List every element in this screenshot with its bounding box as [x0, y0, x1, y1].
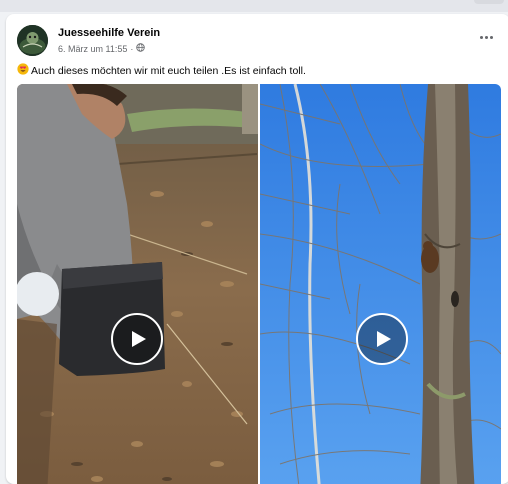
browser-top-strip — [0, 0, 508, 12]
globe-icon[interactable] — [136, 43, 146, 54]
post-media-grid — [17, 84, 501, 484]
video-thumbnail-leaves — [17, 84, 258, 484]
post-body-text: Auch dieses möchten wir mit euch teilen … — [31, 64, 306, 77]
play-icon — [132, 331, 146, 347]
post-author-name[interactable]: Juesseehilfe Verein — [58, 27, 160, 39]
video-leaves-box[interactable] — [17, 84, 258, 484]
page-avatar[interactable] — [17, 25, 48, 56]
video-tree-squirrel[interactable] — [260, 84, 501, 484]
heart-eyes-emoji-icon — [17, 63, 29, 78]
play-button-left[interactable] — [111, 313, 163, 365]
top-strip-button[interactable] — [474, 0, 504, 4]
play-icon — [377, 331, 391, 347]
video-thumbnail-tree — [260, 84, 501, 484]
play-button-right[interactable] — [356, 313, 408, 365]
post-meta: 6. März um 11:55 · — [58, 43, 146, 54]
post-text: Auch dieses möchten wir mit euch teilen … — [17, 63, 306, 78]
meta-separator: · — [130, 43, 134, 54]
avatar-image — [17, 25, 48, 56]
post-timestamp[interactable]: 6. März um 11:55 — [58, 44, 127, 54]
more-options-icon[interactable] — [474, 27, 498, 47]
facebook-post-card: Juesseehilfe Verein 6. März um 11:55 · A… — [6, 14, 508, 484]
